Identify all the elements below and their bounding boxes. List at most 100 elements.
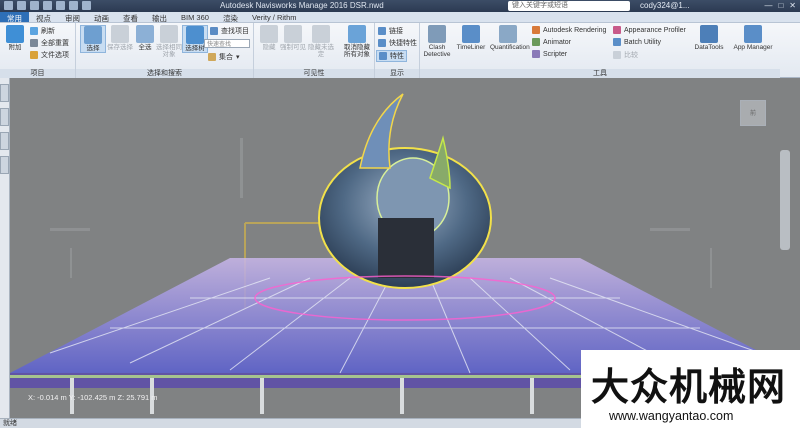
appearance-profiler-icon: [613, 26, 621, 34]
sets-dropdown[interactable]: 集合 ▾: [208, 52, 240, 62]
selection-tree-icon: [186, 26, 204, 44]
file-options-button[interactable]: 文件选项: [30, 50, 69, 60]
new-icon[interactable]: [17, 1, 26, 10]
panel-tools: Clash Detective TimeLiner Quantification…: [420, 23, 780, 78]
quantification-button[interactable]: Quantification: [490, 25, 530, 51]
hide-unselected-label: 隐藏未选定: [308, 44, 334, 58]
clash-detective-button[interactable]: Clash Detective: [422, 25, 452, 58]
select-all-label: 全选: [138, 44, 152, 51]
maximize-button[interactable]: □: [778, 1, 783, 10]
tab-viewpoint[interactable]: 视点: [29, 12, 58, 23]
docked-tab-clash[interactable]: [0, 156, 9, 174]
select-all-icon: [136, 25, 154, 43]
append-button[interactable]: 附加: [2, 25, 28, 51]
unhide-all-button[interactable]: 取消隐藏所有对象: [342, 25, 372, 58]
panel-display: 链接 快捷特性 特性 显示: [375, 23, 420, 78]
cursor-icon: [84, 26, 102, 44]
help-search-input[interactable]: 键入关键字或短语: [508, 1, 630, 11]
quick-properties-icon: [378, 39, 386, 47]
quantification-label: Quantification: [490, 44, 530, 51]
save-selection-label: 保存选择: [107, 44, 133, 51]
datatools-button[interactable]: DataTools: [692, 25, 726, 51]
print-icon[interactable]: [56, 1, 65, 10]
scripter-label: Scripter: [543, 50, 568, 58]
reset-icon: [30, 39, 38, 47]
app-manager-button[interactable]: App Manager: [730, 25, 776, 51]
docked-tab-sets[interactable]: [0, 108, 9, 126]
batch-utility-button[interactable]: Batch Utility: [613, 38, 661, 46]
title-bar: Autodesk Navisworks Manage 2016 DSR.nwd …: [0, 0, 800, 12]
tab-verity[interactable]: Verity / Rithm: [245, 12, 304, 22]
watermark: 大众机械网 www.wangyantao.com: [581, 350, 800, 428]
save-selection-button[interactable]: 保存选择: [107, 25, 133, 51]
docked-tab-selection-tree[interactable]: [0, 84, 9, 102]
select-same-label: 选择相同对象: [156, 44, 182, 58]
hide-label: 隐藏: [262, 44, 276, 51]
tab-home[interactable]: 常用: [0, 12, 29, 23]
user-account[interactable]: cody324@1...: [640, 1, 689, 10]
tab-bim360[interactable]: BIM 360: [174, 12, 216, 22]
require-button[interactable]: 强制可见: [280, 25, 306, 51]
ribbon-tabs: 常用 视点 审阅 动画 查看 输出 BIM 360 渲染 Verity / Ri…: [0, 12, 800, 23]
refresh-button[interactable]: 刷新: [30, 26, 55, 36]
tab-view[interactable]: 查看: [116, 12, 145, 23]
animator-icon: [532, 38, 540, 46]
hide-unselected-button[interactable]: 隐藏未选定: [308, 25, 334, 58]
appearance-profiler-label: Appearance Profiler: [624, 26, 686, 34]
autodesk-rendering-button[interactable]: Autodesk Rendering: [532, 26, 606, 34]
select-same-button[interactable]: 选择相同对象: [156, 25, 182, 58]
timeliner-button[interactable]: TimeLiner: [456, 25, 486, 51]
sets-label: 集合: [219, 54, 233, 61]
tab-review[interactable]: 审阅: [58, 12, 87, 23]
open-icon[interactable]: [30, 1, 39, 10]
compare-button[interactable]: 比较: [613, 50, 638, 60]
compare-label: 比较: [624, 52, 638, 59]
panel-project: 附加 刷新 全部重置 文件选项 项目: [0, 23, 76, 78]
properties-toggle[interactable]: 特性: [376, 50, 407, 62]
datatools-icon: [700, 25, 718, 43]
select-same-icon: [160, 25, 178, 43]
panel-label-select-search: 选择和搜索: [76, 69, 253, 78]
links-toggle[interactable]: 链接: [378, 26, 403, 36]
scripter-icon: [532, 50, 540, 58]
properties-label: 特性: [390, 53, 404, 60]
panel-visibility: 隐藏 强制可见 隐藏未选定 取消隐藏所有对象 可见性: [254, 23, 375, 78]
force-visible-icon: [284, 25, 302, 43]
app-manager-icon: [744, 25, 762, 43]
scripter-button[interactable]: Scripter: [532, 50, 567, 58]
hide-button[interactable]: 隐藏: [256, 25, 282, 51]
reset-all-button[interactable]: 全部重置: [30, 38, 69, 48]
quick-properties-toggle[interactable]: 快捷特性: [378, 38, 417, 48]
tab-animation[interactable]: 动画: [87, 12, 116, 23]
select-button[interactable]: 选择: [80, 25, 106, 53]
animator-button[interactable]: Animator: [532, 38, 571, 46]
redo-icon[interactable]: [82, 1, 91, 10]
docked-tab-properties[interactable]: [0, 132, 9, 150]
file-options-label: 文件选项: [41, 52, 69, 59]
navigation-bar[interactable]: [780, 150, 790, 250]
watermark-url: www.wangyantao.com: [609, 409, 734, 423]
append-label: 附加: [8, 44, 22, 51]
panel-label-project: 项目: [0, 69, 75, 78]
quick-find-input[interactable]: 快速查找: [204, 39, 250, 48]
tab-output[interactable]: 输出: [145, 12, 174, 23]
view-cube[interactable]: 前: [740, 100, 766, 126]
save-icon[interactable]: [43, 1, 52, 10]
minimize-button[interactable]: —: [764, 1, 772, 10]
app-menu-icon[interactable]: [4, 1, 13, 10]
panel-label-tools: 工具: [420, 69, 780, 78]
timeliner-icon: [462, 25, 480, 43]
compare-icon: [613, 51, 621, 59]
appearance-profiler-button[interactable]: Appearance Profiler: [613, 26, 686, 34]
undo-icon[interactable]: [69, 1, 78, 10]
batch-utility-label: Batch Utility: [624, 38, 661, 46]
find-items-button[interactable]: 查找项目: [210, 26, 249, 36]
quick-properties-label: 快捷特性: [389, 40, 417, 47]
chevron-down-icon: ▾: [236, 54, 240, 61]
hide-icon: [260, 25, 278, 43]
panel-label-visibility: 可见性: [254, 69, 374, 78]
tab-render[interactable]: 渲染: [216, 12, 245, 23]
select-all-button[interactable]: 全选: [132, 25, 158, 51]
close-button[interactable]: ✕: [789, 1, 796, 10]
force-visible-label: 强制可见: [280, 44, 306, 51]
